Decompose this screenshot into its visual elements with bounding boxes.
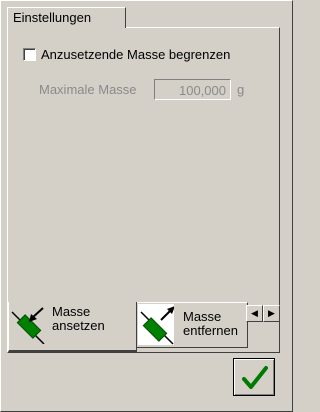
tab-scroll-right-button[interactable]: ▶ [263,305,280,322]
arrow-right-icon: ▶ [268,308,275,318]
tab-masse-ansetzen-label: Masse ansetzen [52,304,105,333]
tab-scroll-left-button[interactable]: ◀ [246,305,263,322]
max-mass-unit: g [237,82,245,97]
limit-mass-option[interactable]: Anzusetzende Masse begrenzen [23,45,230,63]
arrow-left-icon: ◀ [251,308,258,318]
tab-masse-entfernen-label: Masse entfernen [183,309,238,338]
checkmark-icon [242,366,268,389]
remove-mass-icon [138,304,174,345]
tab-einstellungen[interactable]: Einstellungen [7,7,126,28]
tab-masse-entfernen[interactable]: Masse entfernen [136,302,248,348]
max-mass-field[interactable]: 100,000 [154,79,231,100]
add-mass-icon [11,307,45,344]
tab-masse-ansetzen[interactable]: Masse ansetzen [8,302,137,352]
limit-mass-label: Anzusetzende Masse begrenzen [41,46,231,62]
max-mass-label: Maximale Masse [39,82,137,97]
limit-mass-checkbox[interactable] [23,47,36,61]
tab-einstellungen-label: Einstellungen [13,10,92,25]
ok-button[interactable] [233,358,275,396]
